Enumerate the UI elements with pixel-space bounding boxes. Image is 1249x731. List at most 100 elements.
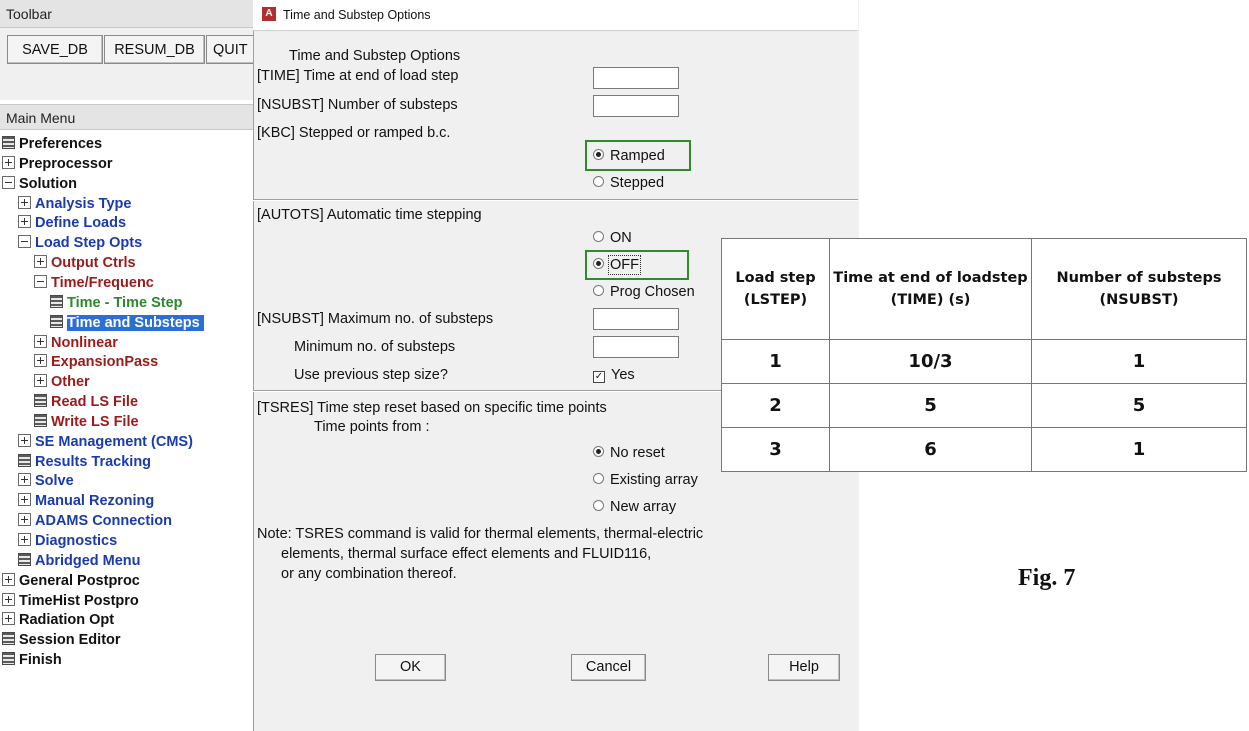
menu-item-time-and-substeps[interactable]: Time and Substeps — [50, 313, 204, 333]
table-cell: 1 — [1031, 427, 1247, 472]
radio-unselected-icon — [593, 176, 604, 187]
table-cell: 6 — [829, 427, 1032, 472]
menu-item-other[interactable]: Other — [34, 372, 90, 392]
menu-item-label: Define Loads — [35, 215, 127, 231]
expand-icon — [18, 196, 31, 209]
menu-item-solution[interactable]: Solution — [2, 174, 77, 194]
kbc-radio-ramped[interactable]: Ramped — [593, 147, 665, 165]
menu-item-label: TimeHist Postpro — [19, 593, 139, 609]
resum-db-button[interactable]: RESUM_DB — [104, 35, 205, 64]
expand-icon — [18, 473, 31, 486]
menu-item-define-loads[interactable]: Define Loads — [18, 213, 126, 233]
prev-step-checkbox[interactable]: ✓ Yes — [593, 366, 635, 384]
table-row: 1 10/3 1 — [721, 339, 1247, 384]
kbc-radio-stepped[interactable]: Stepped — [593, 174, 664, 192]
menu-item-label: General Postproc — [19, 573, 140, 589]
menu-item-analysis-type[interactable]: Analysis Type — [18, 194, 131, 214]
expand-icon — [2, 593, 15, 606]
menu-item-general-postproc[interactable]: General Postproc — [2, 571, 140, 591]
tsres-radio-existing-array[interactable]: Existing array — [593, 471, 698, 489]
menu-item-label: Time/Frequenc — [51, 275, 154, 291]
table-cell: 3 — [721, 427, 830, 472]
autots-radio-off[interactable]: OFF — [593, 255, 641, 275]
table-row: 2 5 5 — [721, 383, 1247, 428]
menu-item-radiation-opt[interactable]: Radiation Opt — [2, 610, 114, 630]
menu-item-label: Radiation Opt — [19, 612, 115, 628]
autots-radio-on[interactable]: ON — [593, 229, 632, 247]
menu-item-solve[interactable]: Solve — [18, 471, 74, 491]
menu-item-preferences[interactable]: Preferences — [2, 134, 102, 154]
menu-item-label: Time - Time Step — [67, 295, 183, 311]
radio-selected-icon — [593, 258, 604, 269]
menu-item-label: Write LS File — [51, 414, 139, 430]
menu-item-manual-rezoning[interactable]: Manual Rezoning — [18, 491, 154, 511]
menu-item-se-management-cms[interactable]: SE Management (CMS) — [18, 432, 193, 452]
menu-item-preprocessor[interactable]: Preprocessor — [2, 154, 113, 174]
menu-item-time-time-step[interactable]: Time - Time Step — [50, 293, 183, 313]
menu-item-session-editor[interactable]: Session Editor — [2, 630, 121, 650]
max-substeps-label: [NSUBST] Maximum no. of substeps — [257, 311, 494, 327]
tsres-note-line: elements, thermal surface effect element… — [281, 546, 652, 562]
header-time-end: Time at end of loadstep (TIME) (s) — [829, 238, 1032, 340]
menu-item-label: SE Management (CMS) — [35, 434, 193, 450]
table-cell: 2 — [721, 383, 830, 428]
menu-item-label: Analysis Type — [35, 196, 132, 212]
tsres-radio-no-reset[interactable]: No reset — [593, 444, 665, 462]
min-substeps-input[interactable] — [593, 336, 679, 358]
menu-item-results-tracking[interactable]: Results Tracking — [18, 452, 151, 472]
menu-item-label: Manual Rezoning — [35, 493, 155, 509]
ansys-app-icon: A — [262, 7, 276, 21]
menu-item-diagnostics[interactable]: Diagnostics — [18, 531, 117, 551]
menu-item-time-frequenc[interactable]: Time/Frequenc — [34, 273, 154, 293]
menu-item-abridged-menu[interactable]: Abridged Menu — [18, 551, 141, 571]
expand-icon — [34, 374, 47, 387]
menu-item-output-ctrls[interactable]: Output Ctrls — [34, 253, 136, 273]
menu-item-label: Load Step Opts — [35, 235, 143, 251]
tsres-label: [TSRES] Time step reset based on specifi… — [257, 400, 607, 416]
menu-item-finish[interactable]: Finish — [2, 650, 62, 670]
expand-icon — [18, 513, 31, 526]
menu-item-label: Abridged Menu — [35, 553, 141, 569]
ok-button[interactable]: OK — [375, 654, 446, 681]
radio-unselected-icon — [593, 500, 604, 511]
menu-item-label: Read LS File — [51, 394, 139, 410]
autots-radio-prog-chosen[interactable]: Prog Chosen — [593, 283, 695, 301]
radio-selected-icon — [593, 149, 604, 160]
menu-item-nonlinear[interactable]: Nonlinear — [34, 333, 118, 353]
dialog-separator — [253, 199, 858, 201]
menu-item-adams-connection[interactable]: ADAMS Connection — [18, 511, 172, 531]
expand-icon — [18, 493, 31, 506]
menu-item-label: Output Ctrls — [51, 255, 136, 271]
expand-icon — [2, 573, 15, 586]
menu-item-load-step-opts[interactable]: Load Step Opts — [18, 233, 142, 253]
expand-icon — [34, 354, 47, 367]
header-load-step: Load step (LSTEP) — [721, 238, 830, 340]
table-cell: 10/3 — [829, 339, 1032, 384]
menu-item-expansionpass[interactable]: ExpansionPass — [34, 352, 158, 372]
kbc-label: [KBC] Stepped or ramped b.c. — [257, 125, 451, 141]
command-icon — [34, 414, 47, 427]
menu-item-write-ls-file[interactable]: Write LS File — [34, 412, 139, 432]
tsres-radio-new-array[interactable]: New array — [593, 498, 676, 516]
menu-item-timehist-postpro[interactable]: TimeHist Postpro — [2, 591, 139, 611]
save-db-button[interactable]: SAVE_DB — [7, 35, 103, 64]
menu-item-label: Nonlinear — [51, 335, 118, 351]
time-input[interactable] — [593, 67, 679, 89]
header-substeps: Number of substeps (NSUBST) — [1031, 238, 1247, 340]
help-button[interactable]: Help — [768, 654, 840, 681]
nsubst-input[interactable] — [593, 95, 679, 117]
expand-icon — [18, 533, 31, 546]
expand-icon — [2, 156, 15, 169]
expand-icon — [2, 612, 15, 625]
menu-item-label: Solution — [19, 176, 77, 192]
menu-item-read-ls-file[interactable]: Read LS File — [34, 392, 138, 412]
command-icon — [18, 553, 31, 566]
collapse-icon — [18, 235, 31, 248]
max-substeps-input[interactable] — [593, 308, 679, 330]
table-cell: 5 — [1031, 383, 1247, 428]
menu-item-label: Results Tracking — [35, 454, 152, 470]
collapse-icon — [34, 275, 47, 288]
radio-selected-icon — [593, 446, 604, 457]
prev-step-label: Use previous step size? — [294, 367, 448, 383]
cancel-button[interactable]: Cancel — [571, 654, 646, 681]
